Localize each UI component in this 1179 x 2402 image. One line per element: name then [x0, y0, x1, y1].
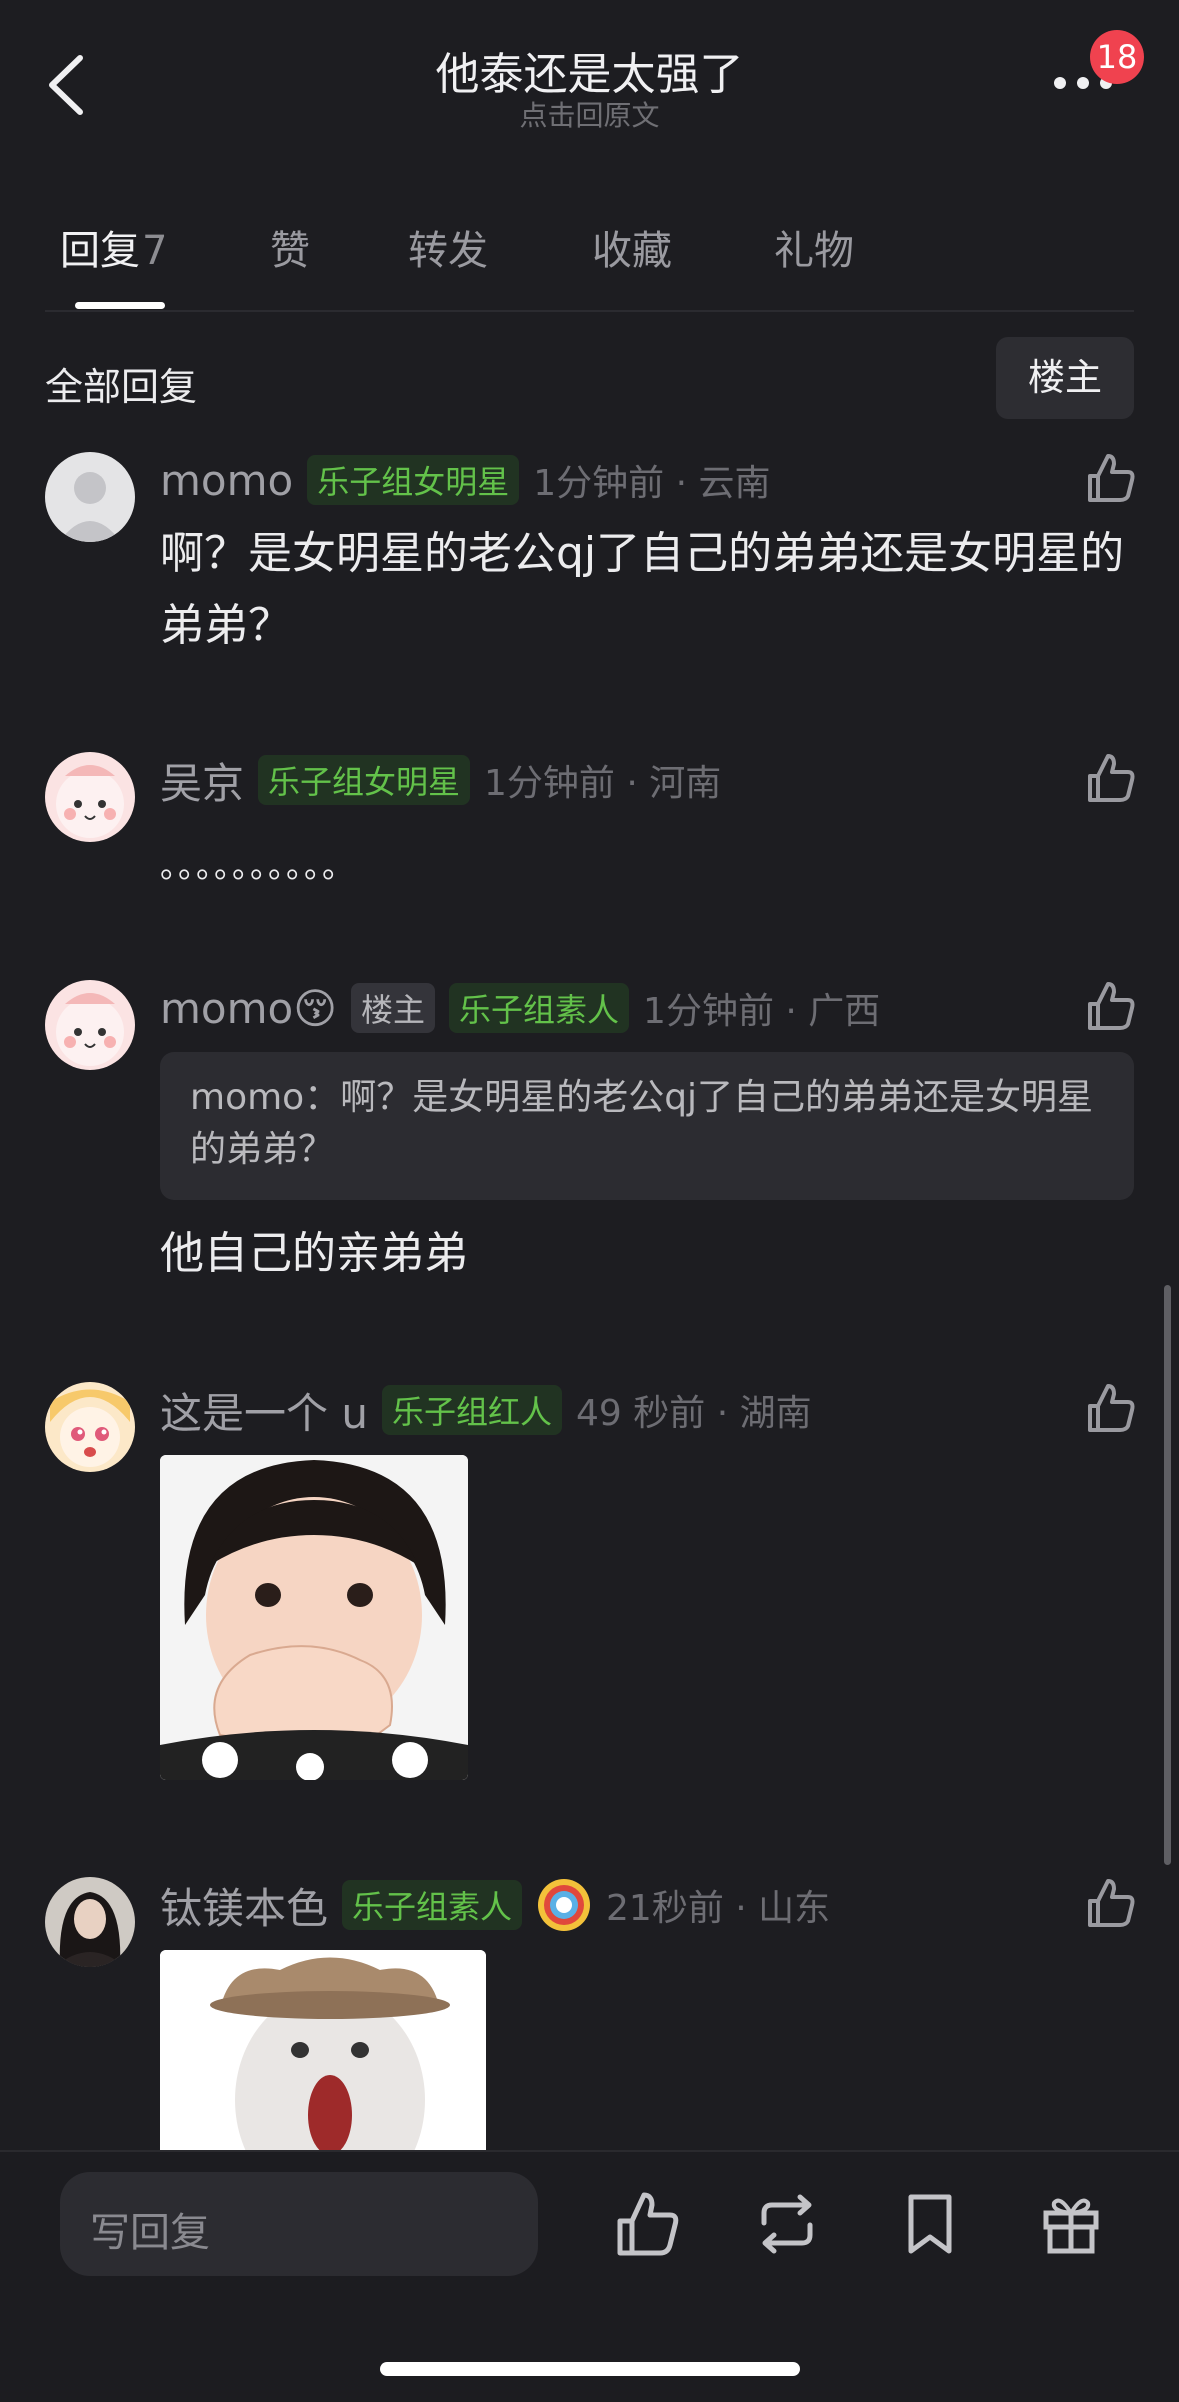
like-icon[interactable]	[1082, 978, 1138, 1034]
all-replies-title: 全部回复	[45, 365, 198, 409]
like-icon[interactable]	[612, 2189, 682, 2259]
medal-icon	[538, 1879, 591, 1931]
tab-likes[interactable]: 赞	[270, 218, 310, 276]
tab-divider	[45, 310, 1134, 312]
repost-icon[interactable]	[752, 2189, 822, 2259]
op-only-button[interactable]: 楼主	[996, 337, 1134, 419]
username[interactable]: 钛镁本色	[160, 1875, 328, 1936]
comment-header: 钛镁本色 乐子组素人 21秒前 · 山东	[160, 1877, 830, 1933]
user-tag: 乐子组素人	[449, 983, 630, 1033]
username[interactable]: 吴京	[160, 750, 244, 811]
comment-meta: 1分钟前 · 云南	[533, 463, 771, 504]
scrollbar[interactable]	[1164, 1285, 1171, 1865]
comment-text: 。。。。。。。。。。	[160, 847, 357, 885]
quoted-text: momo：啊？是女明星的老公qj了自己的弟弟还是女明星的弟弟？	[190, 1077, 1094, 1170]
gift-icon[interactable]	[1036, 2189, 1106, 2259]
avatar[interactable]	[45, 1877, 135, 1967]
comment-meta: 49 秒前 · 湖南	[576, 1393, 812, 1434]
user-tag: 乐子组女明星	[307, 455, 520, 505]
comment-text: 啊？是女明星的老公qj了自己的弟弟还是女明星的弟弟？	[160, 528, 1125, 651]
comment-image[interactable]	[160, 1455, 468, 1780]
username[interactable]: 这是一个 u	[160, 1380, 368, 1441]
home-indicator	[380, 2362, 800, 2376]
quoted-reply[interactable]: momo：啊？是女明星的老公qj了自己的弟弟还是女明星的弟弟？	[160, 1052, 1134, 1200]
active-tab-indicator	[75, 302, 165, 309]
comment-meta: 1分钟前 · 河南	[484, 763, 722, 804]
user-tag: 乐子组素人	[342, 1880, 523, 1930]
tab-reposts[interactable]: 转发	[408, 218, 488, 276]
tab-gifts[interactable]: 礼物	[774, 218, 854, 276]
comment-header: 吴京 乐子组女明星 1分钟前 · 河南	[160, 752, 721, 808]
like-icon[interactable]	[1082, 750, 1138, 806]
reply-input[interactable]: 写回复	[60, 2172, 538, 2276]
user-tag: 乐子组红人	[381, 1385, 562, 1435]
tab-replies[interactable]: 回复7	[60, 218, 167, 276]
bookmark-icon[interactable]	[895, 2189, 965, 2259]
page-title: 他泰还是太强了	[435, 49, 744, 100]
like-icon[interactable]	[1082, 1875, 1138, 1931]
tab-label: 回复	[60, 228, 140, 274]
like-icon[interactable]	[1082, 450, 1138, 506]
avatar[interactable]	[45, 1382, 135, 1472]
notification-badge: 18	[1090, 30, 1144, 84]
comment-text: 他自己的亲弟弟	[160, 1228, 468, 1279]
tab-favorites[interactable]: 收藏	[592, 218, 672, 276]
comment-meta: 21秒前 · 山东	[606, 1888, 831, 1929]
comment-header: momo😚 楼主 乐子组素人 1分钟前 · 广西	[160, 980, 880, 1036]
back-to-original-link[interactable]: 点击回原文	[0, 94, 1179, 134]
avatar[interactable]	[45, 452, 135, 542]
comment-meta: 1分钟前 · 广西	[643, 991, 881, 1032]
tab-count: 7	[142, 228, 168, 274]
comment-header: 这是一个 u 乐子组红人 49 秒前 · 湖南	[160, 1382, 812, 1438]
op-tag: 楼主	[351, 983, 436, 1033]
avatar[interactable]	[45, 752, 135, 842]
reply-placeholder: 写回复	[90, 2210, 210, 2256]
username[interactable]: momo	[160, 456, 293, 505]
username[interactable]: momo😚	[160, 984, 337, 1033]
comment-image[interactable]	[160, 1950, 486, 2150]
avatar[interactable]	[45, 980, 135, 1070]
user-tag: 乐子组女明星	[258, 755, 471, 805]
comment-header: momo 乐子组女明星 1分钟前 · 云南	[160, 452, 770, 508]
like-icon[interactable]	[1082, 1380, 1138, 1436]
